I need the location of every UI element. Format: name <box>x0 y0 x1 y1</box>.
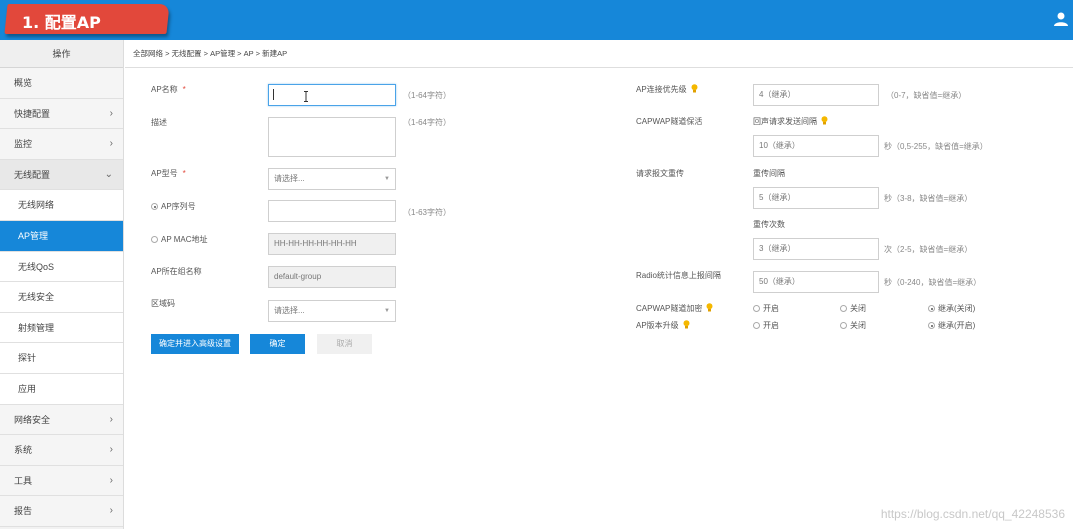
ok-advanced-button[interactable]: 确定并进入高级设置 <box>151 334 239 354</box>
required-mark: * <box>182 85 186 94</box>
sidebar-item-radio-management[interactable]: 射频管理 <box>0 312 123 344</box>
radio-report-input[interactable]: 50（继承） <box>753 271 879 293</box>
ok-button[interactable]: 确定 <box>250 334 305 354</box>
chevron-right-icon: › <box>109 107 113 119</box>
lightbulb-icon[interactable] <box>691 84 698 93</box>
serial-hint: （1-63字符） <box>403 208 452 217</box>
lightbulb-icon[interactable] <box>683 320 690 329</box>
sidebar-item-wireless-qos[interactable]: 无线QoS <box>0 251 123 283</box>
sidebar-item-tools[interactable]: 工具 › <box>0 465 123 497</box>
region-select[interactable]: 请选择... ▼ <box>268 300 396 322</box>
chevron-right-icon: › <box>109 413 113 425</box>
ap-model-select[interactable]: 请选择... ▼ <box>268 168 396 190</box>
chevron-right-icon: › <box>109 474 113 486</box>
upgrade-option-on[interactable]: 开启 <box>753 320 779 331</box>
chevron-right-icon: › <box>109 505 113 517</box>
mac-input[interactable]: HH-HH-HH-HH-HH-HH <box>268 233 396 255</box>
lightbulb-icon[interactable] <box>706 303 713 312</box>
radio-unselected-icon[interactable] <box>840 322 847 329</box>
echo-interval-label: 回声请求发送间隔 <box>753 116 828 127</box>
text-cursor <box>273 89 274 100</box>
sidebar-item-overview[interactable]: 概览 <box>0 68 123 99</box>
ap-name-hint: （1-64字符） <box>403 91 452 100</box>
retrans-count-label: 重传次数 <box>753 220 785 229</box>
radio-selected-icon[interactable] <box>928 305 935 312</box>
radio-report-hint: 秒（0-240，缺省值=继承） <box>884 278 982 287</box>
priority-label: AP连接优先级 <box>636 84 698 95</box>
lightbulb-icon[interactable] <box>821 116 828 125</box>
chevron-right-icon: › <box>109 444 113 456</box>
group-label: AP所在组名称 <box>151 267 202 276</box>
retrans-interval-label: 重传间隔 <box>753 169 785 178</box>
radio-report-label: Radio统计信息上报间隔 <box>636 271 721 280</box>
radio-selected-icon[interactable] <box>928 322 935 329</box>
sidebar: 操作 概览 快捷配置 › 监控 › 无线配置 ⌄ 无线网络 AP管理 无线QoS 无线… <box>0 40 124 529</box>
radio-unselected-icon[interactable] <box>753 322 760 329</box>
radio-unselected-icon[interactable] <box>753 305 760 312</box>
encrypt-option-inherit[interactable]: 继承(关闭) <box>928 303 975 314</box>
breadcrumb: 全部网络 > 无线配置 > AP管理 > AP > 新建AP <box>125 40 1073 68</box>
sidebar-item-system[interactable]: 系统 › <box>0 435 123 466</box>
description-hint: （1-64字符） <box>403 118 452 127</box>
serial-radio-option[interactable]: AP序列号 <box>151 201 196 212</box>
sidebar-item-wireless-network[interactable]: 无线网络 <box>0 190 123 221</box>
cancel-button[interactable]: 取消 <box>317 334 372 354</box>
sidebar-item-wireless-security[interactable]: 无线安全 <box>0 282 123 313</box>
upgrade-label: AP版本升级 <box>636 320 690 331</box>
upgrade-option-off[interactable]: 关闭 <box>840 320 866 331</box>
step-banner-text: 1. 配置AP <box>22 13 101 32</box>
retrans-count-hint: 次（2-5，缺省值=继承） <box>884 245 973 254</box>
radio-selected-icon[interactable] <box>151 203 158 210</box>
watermark: https://blog.csdn.net/qq_42248536 <box>880 507 1065 521</box>
dropdown-arrow-icon: ▼ <box>384 176 390 182</box>
sidebar-item-network-security[interactable]: 网络安全 › <box>0 404 123 436</box>
keepalive-label: CAPWAP隧道保活 <box>636 117 703 126</box>
upgrade-option-inherit[interactable]: 继承(开启) <box>928 320 975 331</box>
retrans-label: 请求报文重传 <box>636 169 684 178</box>
description-textarea[interactable] <box>268 117 396 157</box>
group-input[interactable]: default-group <box>268 266 396 288</box>
encrypt-option-off[interactable]: 关闭 <box>840 303 866 314</box>
echo-interval-hint: 秒（0,5-255，缺省值=继承） <box>884 142 988 151</box>
priority-hint: （0-7，缺省值=继承） <box>886 91 967 100</box>
text-cursor-icon <box>304 91 308 102</box>
encrypt-option-on[interactable]: 开启 <box>753 303 779 314</box>
ap-name-label: AP名称 * <box>151 85 186 94</box>
priority-input[interactable]: 4（继承） <box>753 84 879 106</box>
sidebar-item-report[interactable]: 报告 › <box>0 496 123 527</box>
radio-unselected-icon[interactable] <box>840 305 847 312</box>
retrans-count-input[interactable]: 3（继承） <box>753 238 879 260</box>
sidebar-item-application[interactable]: 应用 <box>0 373 123 405</box>
serial-input[interactable] <box>268 200 396 222</box>
radio-unselected-icon[interactable] <box>151 236 158 243</box>
sidebar-item-monitor[interactable]: 监控 › <box>0 129 123 160</box>
chevron-down-icon: ⌄ <box>104 168 113 180</box>
region-label: 区域码 <box>151 299 175 308</box>
dropdown-arrow-icon: ▼ <box>384 308 390 314</box>
description-label: 描述 <box>151 118 167 127</box>
user-icon[interactable] <box>1053 11 1069 27</box>
ap-name-input[interactable] <box>268 84 396 106</box>
sidebar-item-probe[interactable]: 探针 <box>0 343 123 374</box>
sidebar-item-quick-config[interactable]: 快捷配置 › <box>0 98 123 130</box>
chevron-right-icon: › <box>109 138 113 150</box>
ap-model-label: AP型号 * <box>151 169 186 178</box>
encrypt-label: CAPWAP隧道加密 <box>636 303 713 314</box>
sidebar-title: 操作 <box>0 40 123 68</box>
sidebar-item-wireless-config[interactable]: 无线配置 ⌄ <box>0 159 123 191</box>
required-mark: * <box>182 169 186 178</box>
echo-interval-input[interactable]: 10（继承） <box>753 135 879 157</box>
retrans-interval-input[interactable]: 5（继承） <box>753 187 879 209</box>
top-bar: 1. 配置AP <box>0 0 1073 40</box>
retrans-interval-hint: 秒（3-8，缺省值=继承） <box>884 194 973 203</box>
mac-radio-option[interactable]: AP MAC地址 <box>151 234 208 245</box>
sidebar-item-ap-management[interactable]: AP管理 <box>0 220 123 252</box>
